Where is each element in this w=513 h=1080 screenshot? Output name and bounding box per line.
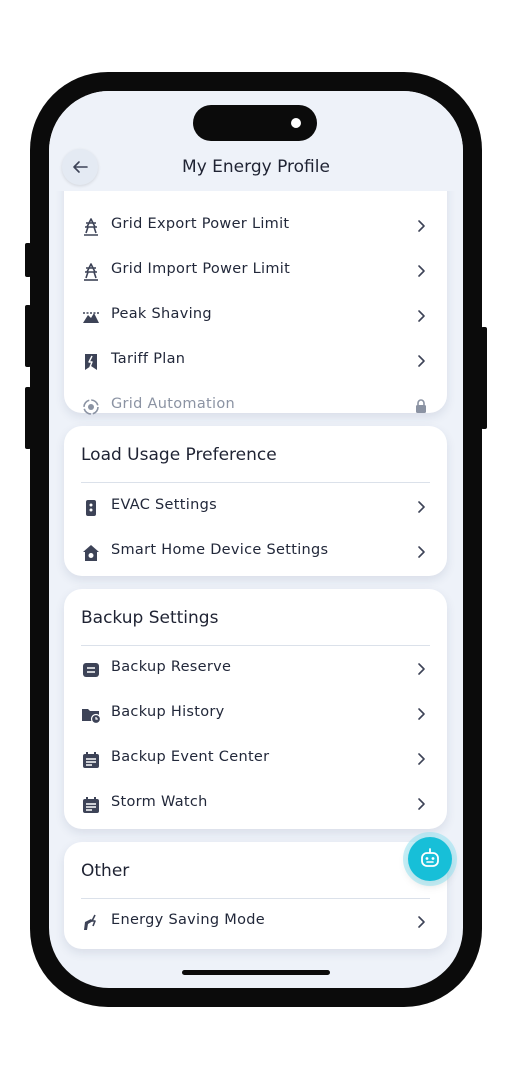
energy-saving-icon <box>84 914 96 930</box>
chevron-right-icon <box>418 546 425 558</box>
menu-item-label: Smart Home Device Settings <box>111 542 329 558</box>
menu-item-label: Grid Automation <box>111 396 235 412</box>
tariff-plan-icon <box>85 354 97 370</box>
menu-item-peak-shaving[interactable]: Peak Shaving <box>64 296 447 336</box>
menu-item-backup-reserve[interactable]: Backup Reserve <box>64 649 447 689</box>
menu-item-label: Storm Watch <box>111 794 208 810</box>
card-title: Backup Settings <box>81 608 219 628</box>
other-card: Other Energy Saving Mode <box>64 842 447 949</box>
menu-item-label: EVAC Settings <box>111 497 217 513</box>
menu-item-backup-event-center[interactable]: Backup Event Center <box>64 739 447 779</box>
menu-item-tariff-plan[interactable]: Tariff Plan <box>64 341 447 381</box>
divider <box>81 898 430 899</box>
divider <box>81 645 430 646</box>
lock-icon <box>416 399 426 413</box>
assistant-fab-button[interactable] <box>408 837 452 881</box>
menu-item-label: Backup History <box>111 704 225 720</box>
menu-item-label: Backup Reserve <box>111 659 232 675</box>
chevron-right-icon <box>418 663 425 675</box>
menu-item-label: Backup Event Center <box>111 749 270 765</box>
backup-history-icon <box>82 709 101 725</box>
menu-item-evac-settings[interactable]: EVAC Settings <box>64 487 447 527</box>
chevron-right-icon <box>418 265 425 277</box>
menu-item-label: Tariff Plan <box>111 351 186 367</box>
menu-item-storm-watch[interactable]: Storm Watch <box>64 784 447 824</box>
menu-item-grid-import-power-limit[interactable]: Grid Import Power Limit <box>64 251 447 291</box>
chevron-right-icon <box>418 916 425 928</box>
chevron-right-icon <box>418 355 425 367</box>
grid-automation-icon <box>83 399 99 415</box>
menu-item-backup-history[interactable]: Backup History <box>64 694 447 734</box>
chevron-right-icon <box>418 220 425 232</box>
smart-home-icon <box>83 545 99 561</box>
menu-item-label: Peak Shaving <box>111 306 212 322</box>
peak-shaving-icon <box>83 312 99 323</box>
menu-item-smart-home-device-settings[interactable]: Smart Home Device Settings <box>64 532 447 572</box>
backup-event-center-icon <box>83 752 99 768</box>
storm-watch-icon <box>83 797 99 813</box>
grid-export-icon <box>84 218 98 236</box>
camera-dot <box>291 118 301 128</box>
menu-item-grid-export-power-limit[interactable]: Grid Export Power Limit <box>64 206 447 246</box>
dynamic-island <box>193 105 317 141</box>
chevron-right-icon <box>418 708 425 720</box>
robot-icon <box>421 848 439 867</box>
chevron-right-icon <box>418 798 425 810</box>
chevron-right-icon <box>418 501 425 513</box>
menu-item-grid-automation[interactable]: Grid Automation <box>64 386 447 426</box>
card-title: Other <box>81 861 130 881</box>
menu-item-label: Energy Saving Mode <box>111 912 265 928</box>
app-screen: My Energy Profile Grid Export Power Limi… <box>49 91 463 988</box>
phone-frame: My Energy Profile Grid Export Power Limi… <box>30 72 482 1007</box>
card-title: Load Usage Preference <box>81 445 277 465</box>
backup-settings-card: Backup Settings Backup Reserve Backup Hi… <box>64 589 447 829</box>
backup-reserve-icon <box>83 663 99 677</box>
chevron-right-icon <box>418 310 425 322</box>
load-usage-card: Load Usage Preference EVAC Settings Smar… <box>64 426 447 576</box>
evac-icon <box>86 500 96 516</box>
home-indicator[interactable] <box>182 970 330 975</box>
page-title: My Energy Profile <box>182 157 330 177</box>
chevron-right-icon <box>418 753 425 765</box>
divider <box>81 482 430 483</box>
menu-item-label: Grid Import Power Limit <box>111 261 291 277</box>
menu-item-energy-saving-mode[interactable]: Energy Saving Mode <box>64 902 447 942</box>
menu-item-label: Grid Export Power Limit <box>111 216 290 232</box>
grid-import-icon <box>84 263 98 281</box>
